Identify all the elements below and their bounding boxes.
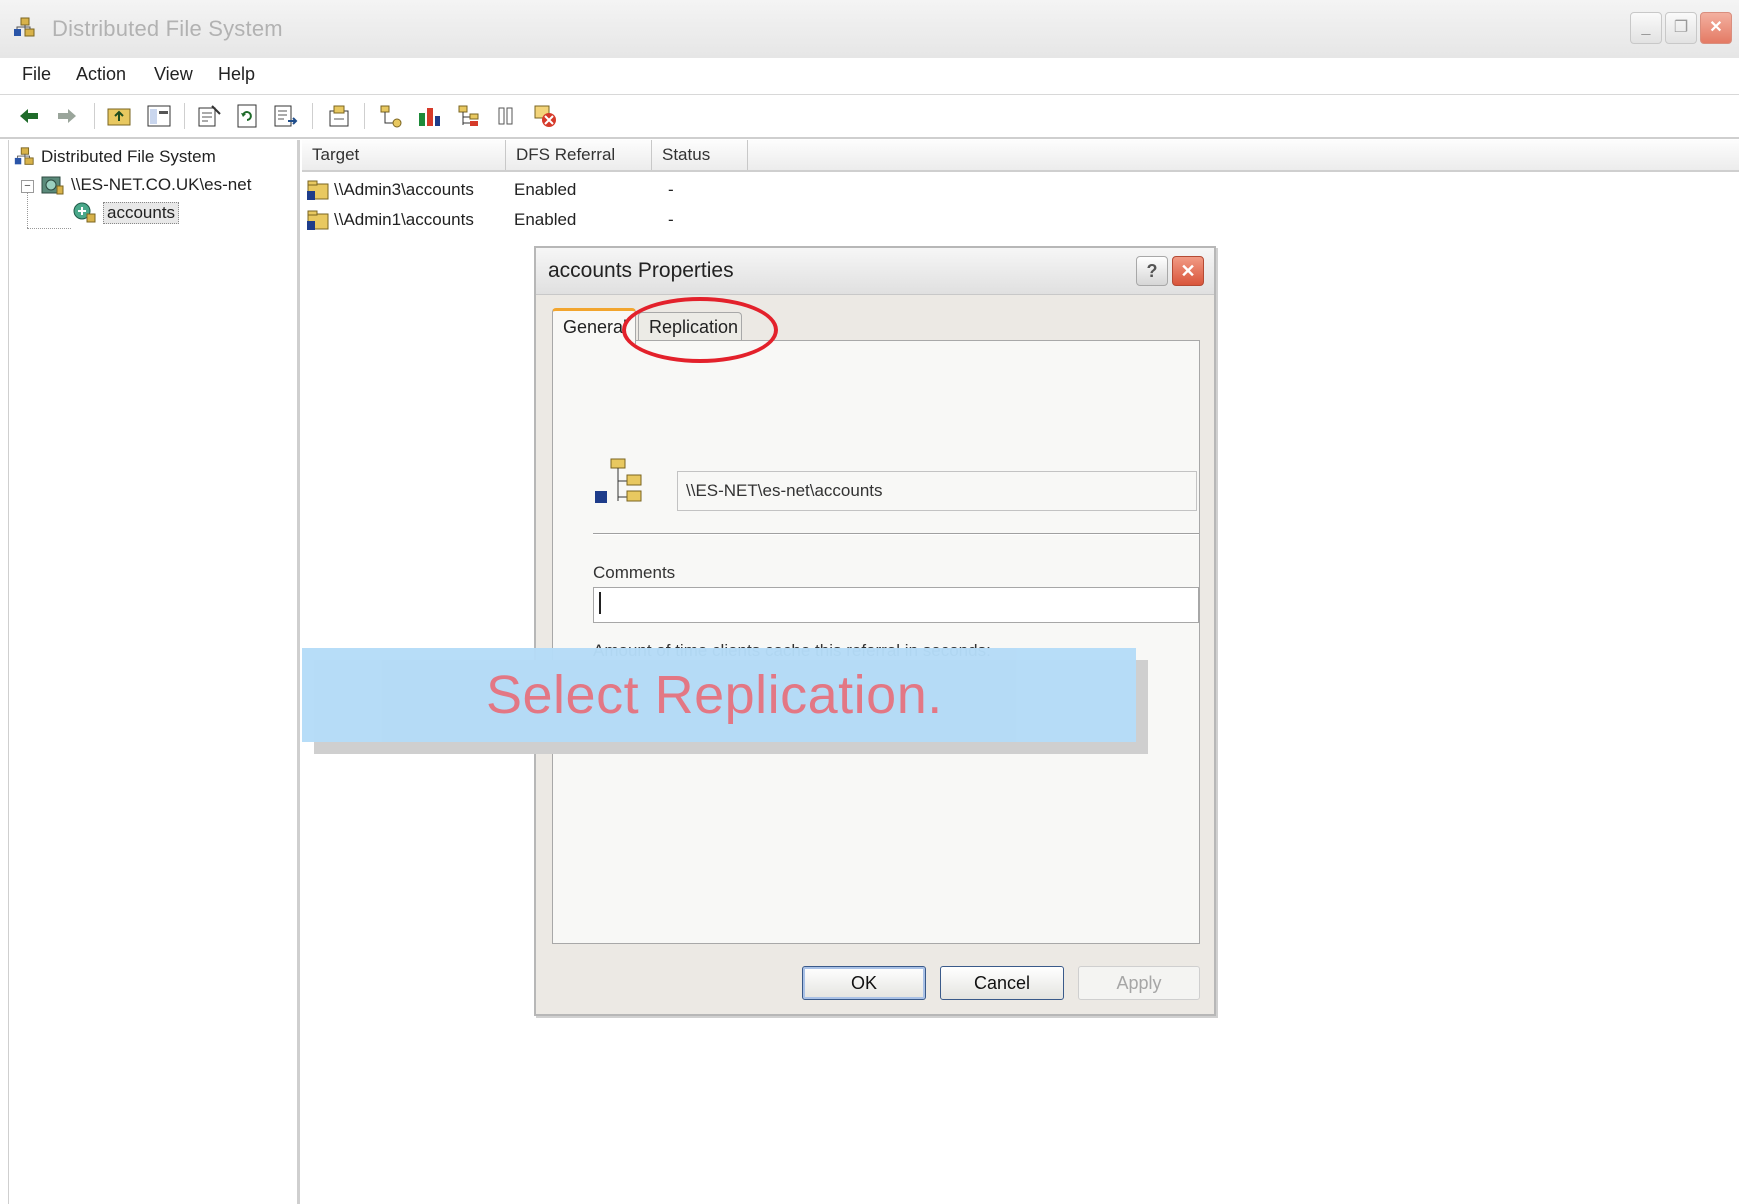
comments-field[interactable] (593, 587, 1199, 623)
menu-bar: File Action View Help (0, 58, 1739, 95)
list-header: Target DFS Referral Status (302, 140, 1739, 172)
show-hide-tree-icon[interactable] (146, 103, 172, 129)
highlight-circle (622, 297, 778, 363)
separator-line (593, 533, 1199, 535)
tree-connector (27, 192, 28, 228)
chart-icon[interactable] (416, 103, 442, 129)
list-row[interactable]: \\Admin1\accounts Enabled - (306, 206, 806, 234)
general-tab-panel: \\ES-NET\es-net\accounts Comments Amount… (552, 340, 1200, 944)
text-caret (599, 592, 601, 614)
console-tree: Distributed File System − \\ES-NET.CO.UK… (8, 140, 300, 1204)
toolbar-separator (184, 103, 185, 129)
dfs-link-large-icon (595, 458, 642, 503)
back-icon[interactable] (16, 103, 42, 129)
target-cell: \\Admin1\accounts (306, 206, 474, 234)
menu-help[interactable]: Help (218, 64, 255, 85)
new-target-icon[interactable] (456, 103, 482, 129)
dialog-title: accounts Properties (548, 259, 734, 282)
column-header-status[interactable]: Status (652, 140, 748, 170)
forward-icon[interactable] (54, 103, 80, 129)
column-header-dfs-referral[interactable]: DFS Referral (506, 140, 652, 170)
domain-root-icon (41, 176, 64, 195)
column-header-target[interactable]: Target (302, 140, 506, 170)
properties-icon[interactable] (196, 103, 222, 129)
toolbar-separator (312, 103, 313, 129)
dfs-referral-value: Enabled (514, 180, 577, 199)
target-cell: \\Admin3\accounts (306, 176, 474, 204)
help-icon[interactable]: ? (1136, 256, 1168, 286)
remove-icon[interactable] (532, 103, 558, 129)
close-icon[interactable]: ✕ (1700, 12, 1732, 44)
tab-general-label: General (563, 317, 628, 337)
tree-item-domain-root-label: \\ES-NET.CO.UK\es-net (71, 175, 252, 194)
dfs-root-icon (14, 147, 34, 165)
dfs-app-icon (14, 17, 35, 37)
dialog-close-icon[interactable]: ✕ (1172, 256, 1204, 286)
instruction-banner: Select Replication. (302, 648, 1136, 742)
new-root-icon[interactable] (326, 103, 352, 129)
menu-action[interactable]: Action (76, 64, 126, 85)
target-folder-icon (307, 180, 329, 200)
tree-item-accounts-label: accounts (103, 202, 180, 224)
tree-connector (27, 228, 71, 229)
tree-item-dfs-root[interactable]: Distributed File System (13, 146, 216, 168)
check-status-icon[interactable] (494, 103, 520, 129)
menu-file[interactable]: File (22, 64, 51, 85)
status-value: - (668, 210, 674, 229)
export-list-icon[interactable] (272, 103, 298, 129)
properties-dialog: accounts Properties ? ✕ General Replicat… (534, 246, 1216, 1016)
dialog-title-bar: accounts Properties ? ✕ (536, 248, 1214, 295)
dfs-referral-value: Enabled (514, 210, 577, 229)
status-value: - (668, 180, 674, 199)
up-folder-icon[interactable] (106, 103, 132, 129)
toolbar (0, 95, 1739, 139)
window-title-bar: Distributed File System _ ❐ ✕ (0, 0, 1739, 59)
refresh-icon[interactable] (234, 103, 260, 129)
cancel-button[interactable]: Cancel (940, 966, 1064, 1000)
toolbar-separator (94, 103, 95, 129)
tree-item-accounts[interactable]: accounts (71, 200, 180, 226)
apply-button[interactable]: Apply (1078, 966, 1200, 1000)
target-folder-icon (307, 210, 329, 230)
dfs-link-icon (73, 202, 96, 223)
target-path: \\Admin1\accounts (334, 210, 474, 229)
menu-view[interactable]: View (154, 64, 193, 85)
tree-item-domain-root[interactable]: \\ES-NET.CO.UK\es-net (39, 172, 251, 198)
window-title: Distributed File System (52, 16, 283, 41)
tree-item-dfs-root-label: Distributed File System (41, 147, 216, 166)
restore-icon[interactable]: ❐ (1665, 12, 1697, 44)
link-path-field: \\ES-NET\es-net\accounts (677, 471, 1197, 511)
new-link-icon[interactable] (378, 103, 404, 129)
target-path: \\Admin3\accounts (334, 180, 474, 199)
instruction-text: Select Replication. (486, 665, 943, 725)
minimize-icon[interactable]: _ (1630, 12, 1662, 44)
list-row[interactable]: \\Admin3\accounts Enabled - (306, 176, 806, 204)
toolbar-separator (364, 103, 365, 129)
comments-label: Comments (593, 563, 676, 582)
ok-button[interactable]: OK (802, 966, 926, 1000)
